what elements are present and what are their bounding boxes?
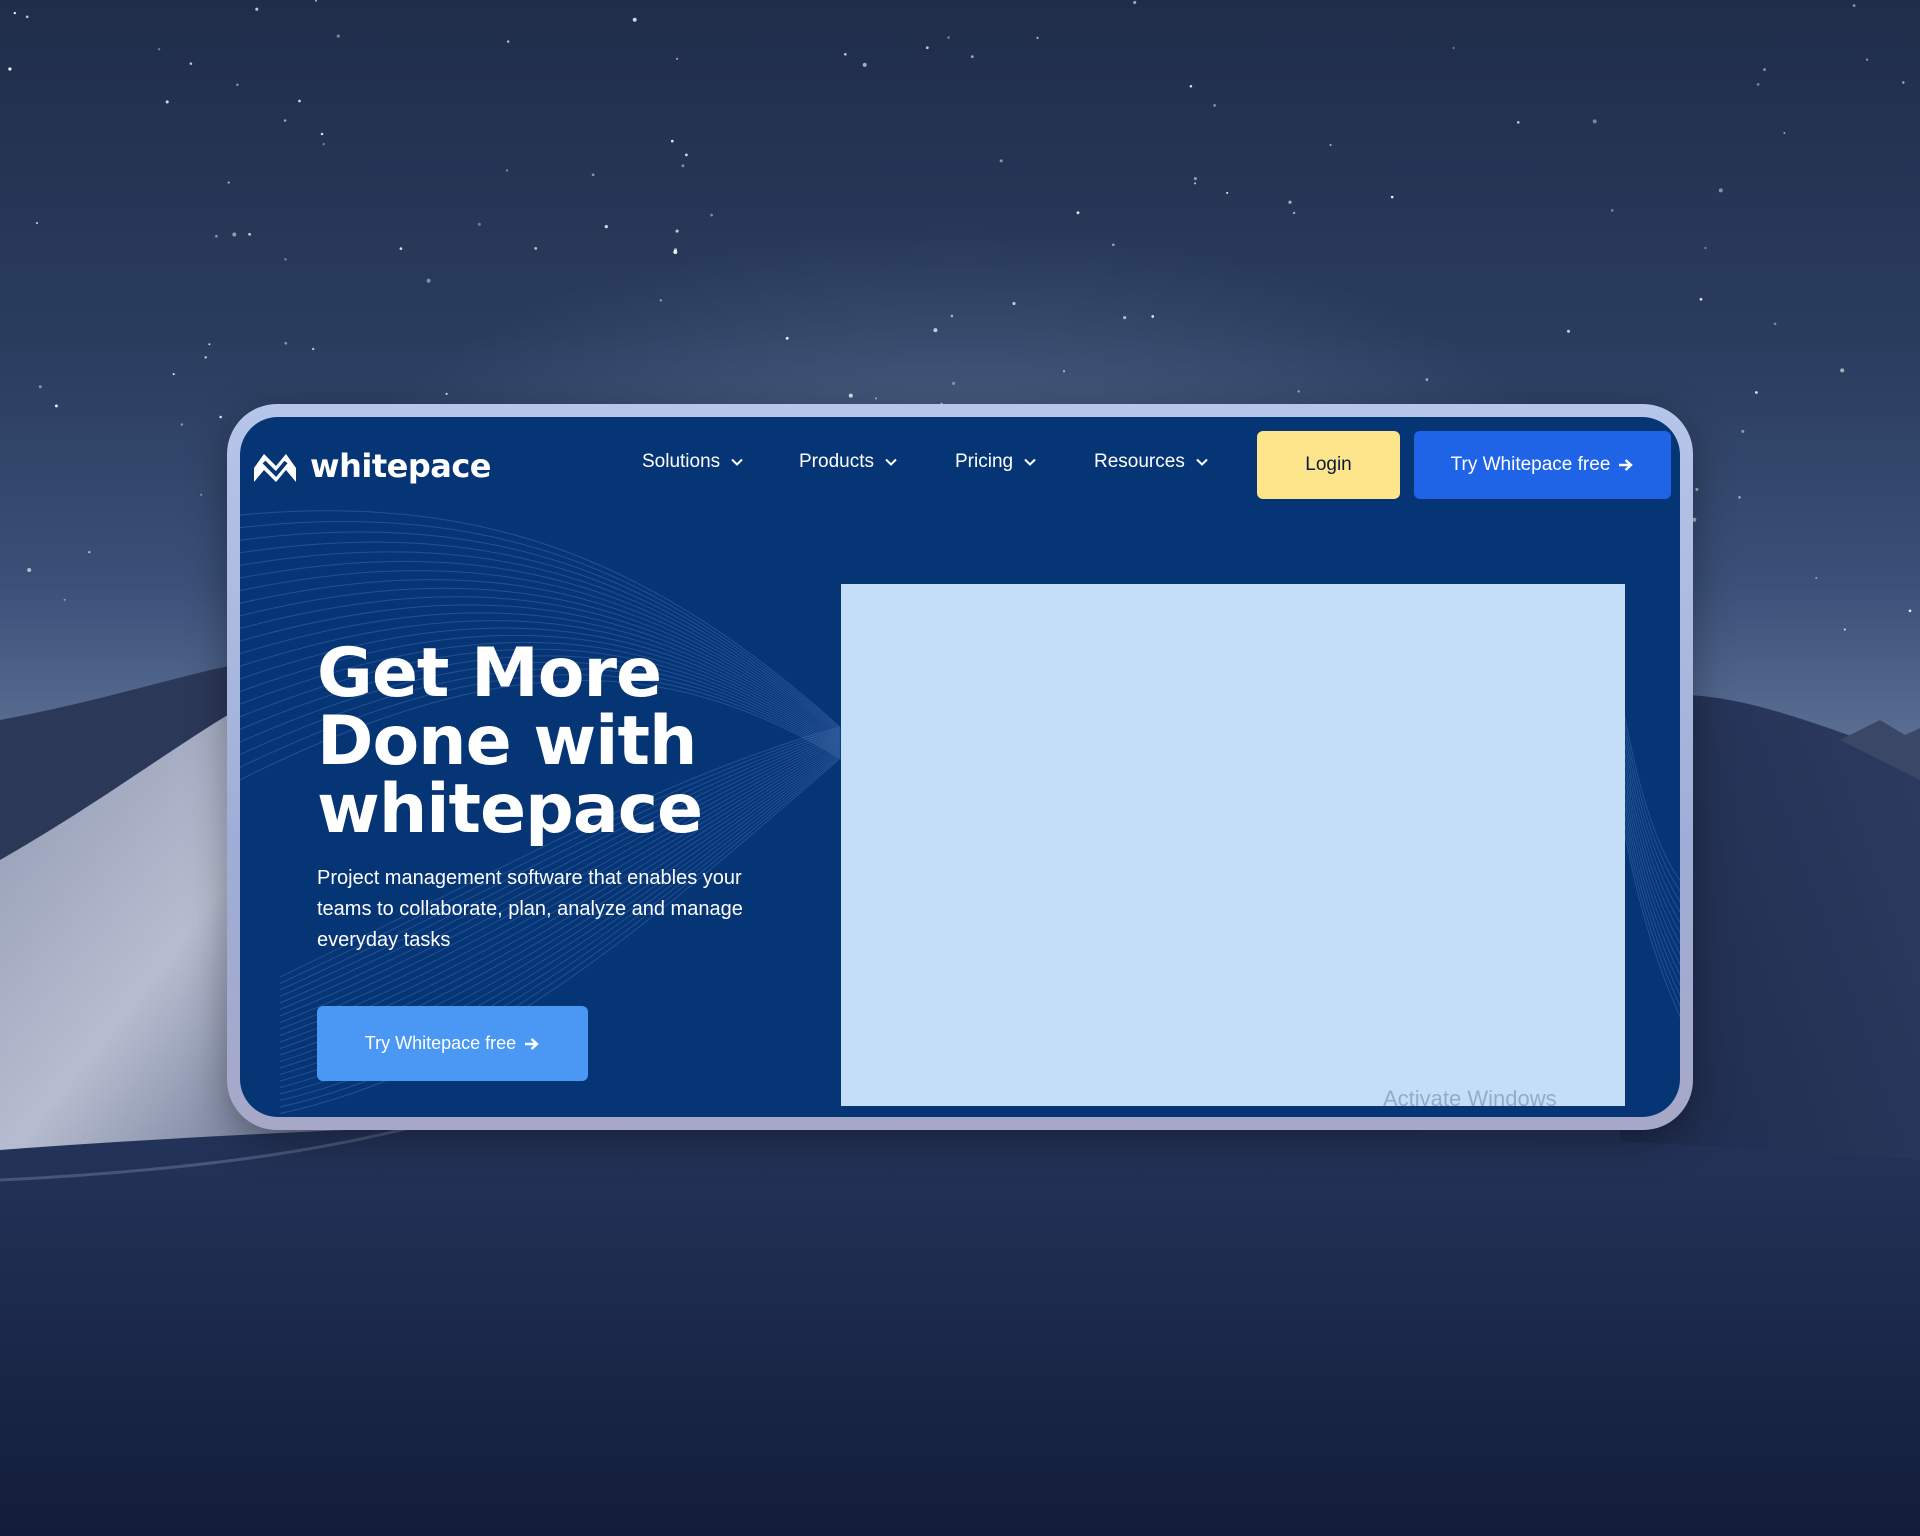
desktop-wallpaper: whitepace Solutions Products Pricing Res… [0,0,1920,1536]
hero-title-line: Get More [317,634,662,713]
nav-item-label: Products [799,451,874,472]
hero-cta-label: Try Whitepace free [364,1033,517,1053]
login-button-label: Login [1305,454,1352,475]
nav-item-products[interactable]: Products [799,451,898,473]
hero-title-line: whitepace [317,770,703,849]
try-button-label: Try Whitepace free [1450,454,1611,475]
nav-item-solutions[interactable]: Solutions [642,451,744,473]
nav-item-pricing[interactable]: Pricing [955,451,1037,473]
brand-logo[interactable]: whitepace [252,447,491,485]
activate-windows-watermark: Activate Windows [1383,1086,1557,1111]
hero-subtitle: Project management software that enables… [317,867,743,951]
nav-item-label: Pricing [955,451,1014,472]
try-whitepace-free-hero-button[interactable]: Try Whitepace free [317,1006,588,1081]
try-whitepace-free-nav-button[interactable]: Try Whitepace free [1414,431,1671,499]
website-viewport: whitepace Solutions Products Pricing Res… [240,417,1680,1117]
chevron-down-icon [731,458,743,466]
nav-item-label: Resources [1094,451,1185,472]
nav-item-label: Solutions [642,451,721,472]
hero-media-placeholder [841,584,1625,1106]
chevron-down-icon [885,458,897,466]
hero-title-line: Done with [317,702,697,781]
nav-item-resources[interactable]: Resources [1094,451,1209,473]
arrow-right-icon [1619,459,1634,471]
chevron-down-icon [1196,458,1208,466]
chevron-down-icon [1024,458,1036,466]
brand-name: whitepace [310,447,491,485]
arrow-right-icon [525,1037,539,1050]
browser-frame: whitepace Solutions Products Pricing Res… [227,404,1693,1130]
hero-title: Get More Done with whitepace [317,640,817,844]
login-button[interactable]: Login [1257,431,1400,499]
whitepace-logo-icon [254,454,296,482]
